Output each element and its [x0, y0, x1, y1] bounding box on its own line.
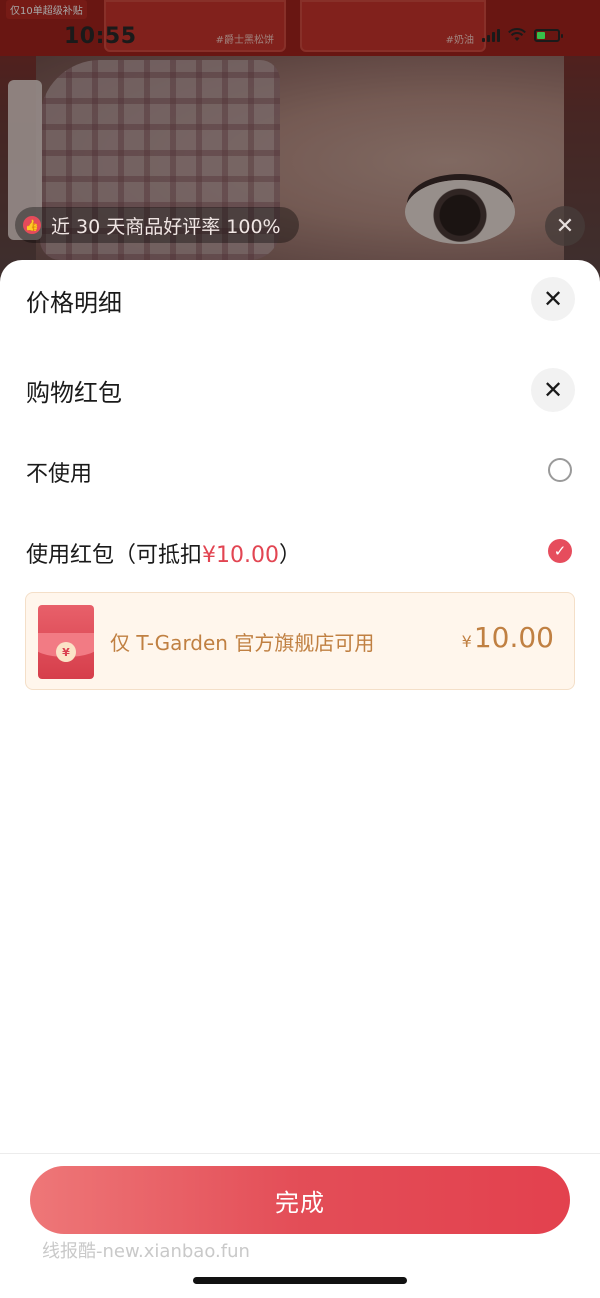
status-icons	[482, 28, 563, 42]
home-indicator[interactable]	[193, 1277, 407, 1284]
radio-use-red-packet[interactable]: ✓	[548, 539, 572, 563]
red-packet-card[interactable]: ¥ 仅 T-Garden 官方旗舰店可用 ¥10.00	[25, 592, 575, 690]
radio-no-red-packet[interactable]	[548, 458, 572, 482]
option-use-prefix: 使用红包（可抵扣	[26, 543, 203, 568]
close-icon: ✕	[542, 285, 564, 313]
coupon-currency: ¥	[461, 632, 472, 651]
red-packet-close-button[interactable]: ✕	[531, 368, 575, 412]
check-icon: ✓	[553, 542, 567, 560]
watermark: 线报酷-new.xianbao.fun	[42, 1241, 250, 1262]
status-bar: 10:55	[0, 22, 600, 58]
close-icon: ✕	[555, 213, 575, 239]
coupon-amount: ¥10.00	[462, 621, 554, 654]
sheet-title: 价格明细	[26, 289, 122, 317]
thumb-up-icon: 👍	[23, 216, 41, 234]
yuan-coin-icon: ¥	[56, 642, 76, 662]
option-no-red-packet[interactable]: 不使用	[26, 456, 92, 488]
red-packet-title: 购物红包	[26, 379, 122, 407]
coupon-value: 10.00	[473, 621, 554, 654]
price-detail-sheet: 价格明细 ✕ 购物红包 ✕ 不使用 使用红包（可抵扣¥10.00） ✓ ¥ 仅 …	[0, 260, 600, 1298]
battery-icon	[534, 28, 563, 42]
option-use-suffix: ）	[279, 543, 302, 568]
sheet-close-button[interactable]: ✕	[531, 277, 575, 321]
red-envelope-icon: ¥	[38, 605, 94, 679]
footer-divider	[0, 1153, 600, 1154]
close-icon: ✕	[542, 376, 564, 404]
cellular-signal-icon	[482, 28, 500, 42]
option-use-amount: ¥10.00	[202, 543, 279, 568]
rating-text: 近 30 天商品好评率 100%	[51, 215, 281, 238]
banner-close-button[interactable]: ✕	[545, 206, 585, 246]
status-time: 10:55	[64, 24, 137, 49]
done-button[interactable]: 完成	[30, 1166, 570, 1234]
option-use-red-packet[interactable]: 使用红包（可抵扣¥10.00）	[26, 537, 301, 569]
wifi-icon	[508, 28, 526, 41]
rating-pill: 👍 近 30 天商品好评率 100%	[15, 207, 299, 243]
coupon-label: 仅 T-Garden 官方旗舰店可用	[110, 631, 375, 655]
